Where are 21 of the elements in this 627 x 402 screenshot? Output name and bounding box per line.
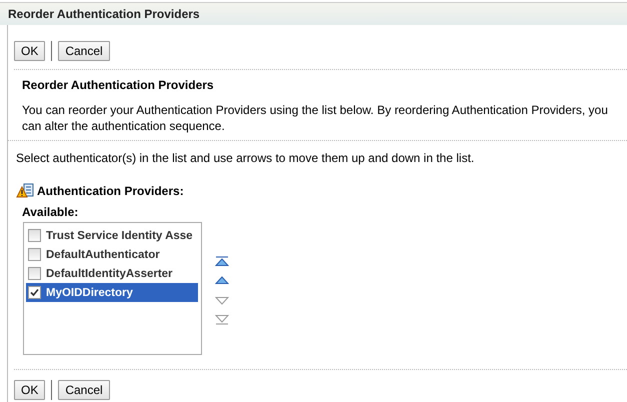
section-description: You can reorder your Authentication Providers using the list below. By reordering Authentication Providers, you can alter the authentication sequence.: [22, 102, 609, 134]
move-top-icon[interactable]: [215, 256, 229, 267]
checkbox[interactable]: [28, 229, 41, 242]
checkbox[interactable]: [28, 286, 41, 299]
provider-warning-icon: [16, 183, 34, 199]
instruction-text: Select authenticator(s) in the list and use arrows to move them up and down in the list.: [16, 151, 476, 165]
provider-item[interactable]: DefaultIdentityAsserter: [26, 264, 198, 283]
dialog-button[interactable]: Cancel: [58, 41, 110, 61]
section-heading: Reorder Authentication Providers: [22, 77, 215, 92]
window-title: Reorder Authentication Providers: [8, 7, 200, 21]
list-label: Available:: [22, 205, 80, 219]
dialog-button[interactable]: OK: [14, 41, 46, 61]
provider-item[interactable]: MyOIDDirectory: [26, 283, 198, 302]
dialog-button[interactable]: OK: [14, 380, 46, 400]
checkbox[interactable]: [28, 248, 41, 261]
provider-item[interactable]: DefaultAuthenticator: [26, 245, 198, 264]
provider-item[interactable]: Trust Service Identity Asse: [26, 226, 198, 245]
providers-label: Authentication Providers:: [37, 184, 184, 198]
dialog-button[interactable]: Cancel: [58, 380, 110, 400]
move-up-icon[interactable]: [215, 274, 229, 285]
checkbox[interactable]: [28, 267, 41, 280]
